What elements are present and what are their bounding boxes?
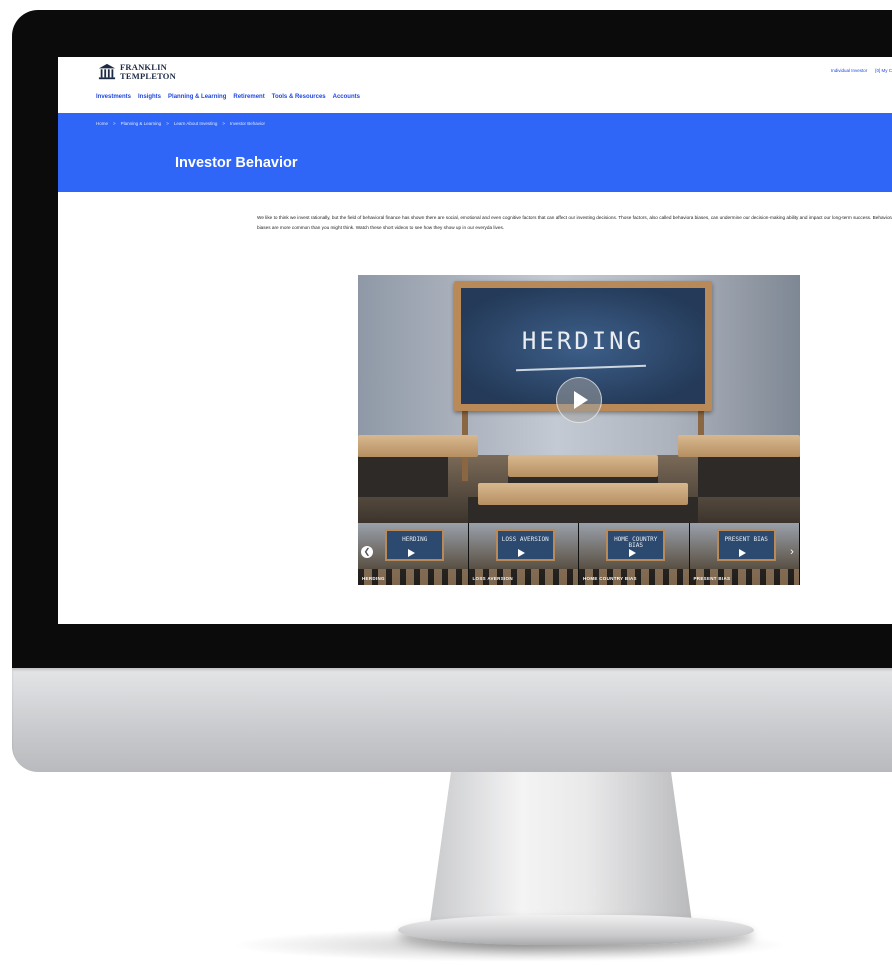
thumbnail-label: HERDING (362, 576, 385, 581)
utility-links: Individual Investor [0] My C (831, 68, 892, 73)
logo-line2: TEMPLETON (120, 71, 176, 81)
breadcrumb-home[interactable]: Home (96, 121, 108, 126)
chevron-right-icon[interactable]: › (786, 545, 798, 559)
thumbnail-chalkboard: PRESENT BIAS (716, 529, 776, 561)
thumbnail-label: LOSS AVERSION (472, 576, 513, 581)
hero-banner: Home > Planning & Learning > Learn About… (58, 113, 892, 192)
play-icon[interactable] (556, 377, 602, 423)
building-icon (98, 63, 116, 80)
desk (698, 457, 800, 497)
breadcrumb: Home > Planning & Learning > Learn About… (96, 121, 265, 126)
thumbnail-chalkboard: HERDING (385, 529, 445, 561)
franklin-templeton-logo[interactable]: FRANKLIN TEMPLETON (98, 63, 176, 81)
thumbnail-loss-aversion[interactable]: LOSS AVERSION LOSS AVERSION (468, 523, 579, 585)
desk (508, 455, 658, 477)
thumbnail-home-country-bias[interactable]: HOME COUNTRY BIAS HOME COUNTRY BIAS (579, 523, 690, 585)
nav-item-accounts[interactable]: Accounts (333, 94, 360, 100)
main-nav: Investments Insights Planning & Learning… (96, 94, 360, 100)
play-icon (739, 549, 747, 557)
thumbnail-present-bias[interactable]: PRESENT BIAS PRESENT BIAS (689, 523, 800, 585)
chalkboard-text: HERDING (521, 327, 645, 355)
nav-item-tools-resources[interactable]: Tools & Resources (272, 94, 326, 100)
chevron-left-icon[interactable]: ❮ (361, 546, 373, 558)
desk (478, 483, 688, 505)
desk (358, 435, 478, 457)
thumbnail-chalkboard: LOSS AVERSION (495, 529, 555, 561)
monitor-chin (12, 668, 892, 772)
nav-item-insights[interactable]: Insights (138, 94, 161, 100)
video-player[interactable]: HERDING (358, 275, 800, 523)
thumbnail-label: PRESENT BIAS (693, 576, 731, 581)
thumbnail-herding[interactable]: HERDING HERDING (358, 523, 469, 585)
video-carousel: HERDING HERDING LOSS AVERSION LOSS AVERS… (358, 523, 800, 585)
play-icon (628, 549, 636, 557)
breadcrumb-separator: > (113, 121, 116, 126)
play-icon (407, 549, 415, 557)
play-icon (518, 549, 526, 557)
breadcrumb-separator: > (222, 121, 226, 126)
intro-paragraph: We like to think we invest rationally, b… (257, 215, 892, 230)
my-account-link[interactable]: [0] My C (875, 68, 892, 73)
screen: FRANKLIN TEMPLETON Individual Investor [… (58, 57, 892, 624)
thumbnail-label: HOME COUNTRY BIAS (583, 576, 637, 581)
site-header: FRANKLIN TEMPLETON Individual Investor [… (58, 57, 892, 113)
breadcrumb-current: Investor Behavior (230, 121, 266, 126)
thumbnail-chalkboard: HOME COUNTRY BIAS (606, 529, 666, 561)
individual-investor-link[interactable]: Individual Investor (831, 68, 867, 73)
breadcrumb-planning-learning[interactable]: Planning & Learning (121, 121, 162, 126)
nav-item-retirement[interactable]: Retirement (233, 94, 264, 100)
desk (678, 435, 800, 457)
nav-item-planning-learning[interactable]: Planning & Learning (168, 94, 226, 100)
breadcrumb-separator: > (166, 121, 169, 126)
desk (358, 457, 448, 497)
nav-item-investments[interactable]: Investments (96, 94, 131, 100)
page-title: Investor Behavior (175, 155, 298, 171)
monitor-stand-neck (430, 772, 692, 922)
breadcrumb-learn-about-investing[interactable]: Learn About Investing (174, 121, 218, 126)
monitor-stand-base (398, 915, 754, 945)
